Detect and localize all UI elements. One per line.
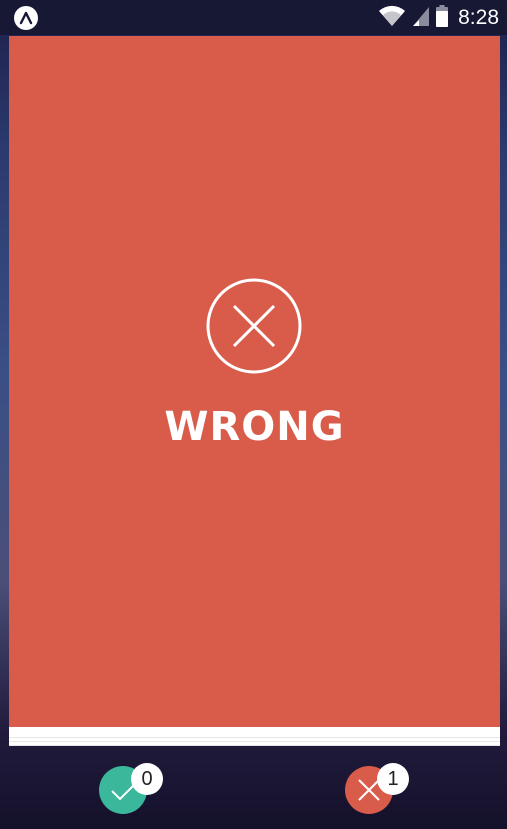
signal-icon (412, 5, 430, 32)
correct-score: 0 (99, 763, 169, 821)
battery-icon (436, 4, 449, 32)
result-label: WRONG (164, 404, 345, 450)
score-bar: 0 1 (0, 746, 507, 829)
wrong-score: 1 (345, 763, 415, 821)
status-time: 8:28 (458, 6, 499, 29)
next-card-peek (9, 727, 500, 746)
close-circle-icon (206, 278, 302, 374)
wifi-icon (378, 5, 406, 32)
correct-count: 0 (131, 763, 163, 795)
result-card[interactable]: WRONG (9, 36, 500, 727)
status-bar: 8:28 (0, 0, 507, 35)
expo-icon (14, 6, 38, 30)
status-indicators: 8:28 (378, 3, 499, 33)
wrong-count: 1 (377, 763, 409, 795)
